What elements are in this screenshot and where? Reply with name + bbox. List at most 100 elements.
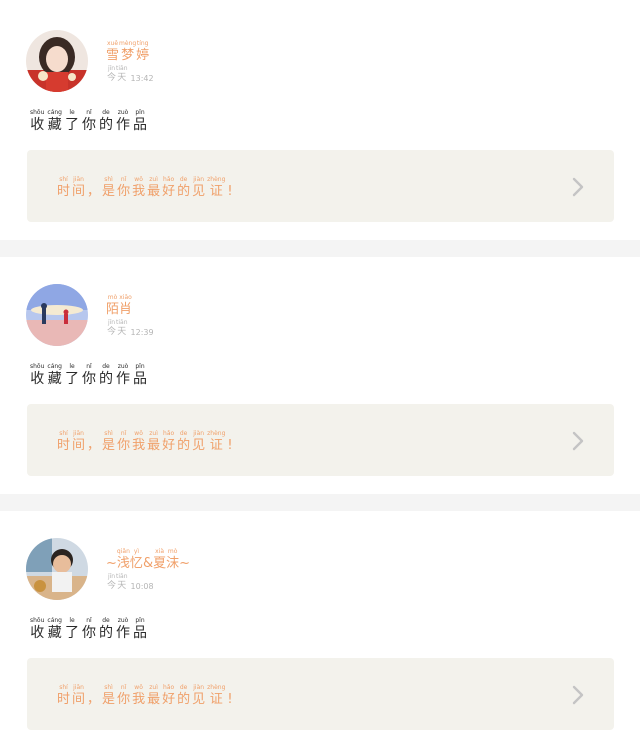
quote-char: ! bbox=[227, 438, 233, 453]
feed-card: xuě 雪 mèng 梦 tíng 婷 jīn 今 tiān 天 13:42 shōu 收 cáng 藏… bbox=[0, 0, 640, 240]
quote-char: nǐ 你 bbox=[117, 684, 131, 707]
action-text: shōu 收 cáng 藏 le 了 nǐ 你 de 的 zuò 作 pǐn 品 bbox=[30, 363, 150, 387]
quote-char: hǎo 好 bbox=[162, 176, 176, 199]
quote-char: shì 是 bbox=[102, 684, 116, 707]
quote-char: shí 时 bbox=[57, 430, 71, 453]
quote-char: de 的 bbox=[177, 684, 191, 707]
action-text: shōu 收 cáng 藏 le 了 nǐ 你 de 的 zuò 作 pǐn 品 bbox=[30, 617, 150, 641]
quote-char: jiān 间 bbox=[72, 176, 86, 199]
day-char: jīn 今 bbox=[107, 573, 117, 591]
activity-feed: xuě 雪 mèng 梦 tíng 婷 jīn 今 tiān 天 13:42 shōu 收 cáng 藏… bbox=[0, 0, 640, 748]
quote-char: ， bbox=[87, 438, 101, 453]
quote-char: jiàn 见 bbox=[192, 430, 206, 453]
action-char: shōu 收 bbox=[30, 617, 45, 641]
username[interactable]: xuě 雪 mèng 梦 tíng 婷 bbox=[106, 40, 149, 63]
name-char: xiāo 肖 bbox=[119, 294, 133, 317]
action-char: de 的 bbox=[99, 617, 113, 641]
child-photo-avatar[interactable] bbox=[26, 538, 88, 600]
name-char: mò 陌 bbox=[106, 294, 120, 317]
time-text: 12:39 bbox=[130, 328, 154, 337]
quote-char: jiān 间 bbox=[72, 684, 86, 707]
work-quote: shí 时 jiān 间， shì 是 nǐ 你 wǒ 我 zuì 最 hǎo 好 de 的 jiàn 见 zhèn… bbox=[57, 684, 235, 707]
name-char: xuě 雪 bbox=[106, 40, 120, 63]
action-char: nǐ 你 bbox=[82, 617, 96, 641]
work-preview-card[interactable]: shí 时 jiān 间， shì 是 nǐ 你 wǒ 我 zuì 最 hǎo 好 de 的 jiàn 见 zhèn… bbox=[27, 150, 614, 222]
action-text: shōu 收 cáng 藏 le 了 nǐ 你 de 的 zuò 作 pǐn 品 bbox=[30, 109, 150, 133]
quote-char: nǐ 你 bbox=[117, 176, 131, 199]
quote-char: ， bbox=[87, 692, 101, 707]
day-char: tiān 天 bbox=[116, 573, 128, 591]
action-char: de 的 bbox=[99, 109, 113, 133]
action-char: pǐn 品 bbox=[133, 109, 147, 133]
quote-char: jiàn 见 bbox=[192, 684, 206, 707]
name-char: mèng 梦 bbox=[119, 40, 137, 63]
name-char: qiǎn 浅 bbox=[116, 548, 130, 571]
action-char: cáng 藏 bbox=[47, 617, 62, 641]
time-text: 10:08 bbox=[130, 582, 154, 591]
quote-char: zhèng 证 bbox=[207, 684, 226, 707]
work-quote: shí 时 jiān 间， shì 是 nǐ 你 wǒ 我 zuì 最 hǎo 好 de 的 jiàn 见 zhèn… bbox=[57, 430, 235, 453]
quote-char: zhèng 证 bbox=[207, 430, 226, 453]
time-text: 13:42 bbox=[130, 74, 154, 83]
action-char: cáng 藏 bbox=[47, 363, 62, 387]
quote-char: hǎo 好 bbox=[162, 684, 176, 707]
name-char: xià 夏 bbox=[153, 548, 167, 571]
quote-char: shì 是 bbox=[102, 430, 116, 453]
action-char: shōu 收 bbox=[30, 363, 45, 387]
chevron-right-icon[interactable] bbox=[570, 431, 586, 451]
quote-char: jiān 间 bbox=[72, 430, 86, 453]
quote-char: shí 时 bbox=[57, 176, 71, 199]
quote-char: shì 是 bbox=[102, 176, 116, 199]
action-char: le 了 bbox=[65, 109, 79, 133]
username[interactable]: mò 陌 xiāo 肖 bbox=[106, 294, 132, 317]
quote-char: de 的 bbox=[177, 430, 191, 453]
name-char: mò 沫 bbox=[166, 548, 180, 571]
quote-char: zuì 最 bbox=[147, 176, 161, 199]
section-divider bbox=[0, 240, 640, 257]
day-char: jīn 今 bbox=[107, 65, 117, 83]
name-char: & bbox=[142, 556, 154, 571]
quote-char: zhèng 证 bbox=[207, 176, 226, 199]
action-char: zuò 作 bbox=[116, 109, 130, 133]
feed-card: mò 陌 xiāo 肖 jīn 今 tiān 天 12:39 shōu 收 cáng 藏 le 了 nǐ 你… bbox=[0, 257, 640, 494]
name-char: tíng 婷 bbox=[136, 40, 150, 63]
action-char: le 了 bbox=[65, 363, 79, 387]
action-char: le 了 bbox=[65, 617, 79, 641]
username[interactable]: ~ qiǎn 浅 yì 忆 & xià 夏 mò 沫 ~ bbox=[106, 548, 190, 571]
post-timestamp: jīn 今 tiān 天 10:08 bbox=[107, 573, 154, 592]
action-char: zuò 作 bbox=[116, 617, 130, 641]
name-char: yì 忆 bbox=[129, 548, 143, 571]
work-quote: shí 时 jiān 间， shì 是 nǐ 你 wǒ 我 zuì 最 hǎo 好 de 的 jiàn 见 zhèn… bbox=[57, 176, 235, 199]
chevron-right-icon[interactable] bbox=[570, 685, 586, 705]
quote-char: wǒ 我 bbox=[132, 176, 146, 199]
work-preview-card[interactable]: shí 时 jiān 间， shì 是 nǐ 你 wǒ 我 zuì 最 hǎo 好 de 的 jiàn 见 zhèn… bbox=[27, 404, 614, 476]
quote-char: hǎo 好 bbox=[162, 430, 176, 453]
quote-char: nǐ 你 bbox=[117, 430, 131, 453]
beach-scene-avatar[interactable] bbox=[26, 284, 88, 346]
work-preview-card[interactable]: shí 时 jiān 间， shì 是 nǐ 你 wǒ 我 zuì 最 hǎo 好 de 的 jiàn 见 zhèn… bbox=[27, 658, 614, 730]
quote-char: zuì 最 bbox=[147, 430, 161, 453]
post-timestamp: jīn 今 tiān 天 13:42 bbox=[107, 65, 154, 84]
action-char: de 的 bbox=[99, 363, 113, 387]
quote-char: shí 时 bbox=[57, 684, 71, 707]
quote-char: zuì 最 bbox=[147, 684, 161, 707]
section-divider bbox=[0, 494, 640, 511]
action-char: pǐn 品 bbox=[133, 363, 147, 387]
quote-char: wǒ 我 bbox=[132, 430, 146, 453]
name-char: ~ bbox=[106, 556, 117, 571]
action-char: cáng 藏 bbox=[47, 109, 62, 133]
action-char: zuò 作 bbox=[116, 363, 130, 387]
quote-char: de 的 bbox=[177, 176, 191, 199]
action-char: pǐn 品 bbox=[133, 617, 147, 641]
day-char: tiān 天 bbox=[116, 319, 128, 337]
action-char: shōu 收 bbox=[30, 109, 45, 133]
quote-char: ! bbox=[227, 692, 233, 707]
day-char: jīn 今 bbox=[107, 319, 117, 337]
day-char: tiān 天 bbox=[116, 65, 128, 83]
chevron-right-icon[interactable] bbox=[570, 177, 586, 197]
name-char: ~ bbox=[179, 556, 191, 571]
action-char: nǐ 你 bbox=[82, 363, 96, 387]
girl-portrait-avatar[interactable] bbox=[26, 30, 88, 92]
feed-card: ~ qiǎn 浅 yì 忆 & xià 夏 mò 沫 ~ jīn 今 tiān 天 10:08 shōu 收 c… bbox=[0, 511, 640, 748]
quote-char: wǒ 我 bbox=[132, 684, 146, 707]
